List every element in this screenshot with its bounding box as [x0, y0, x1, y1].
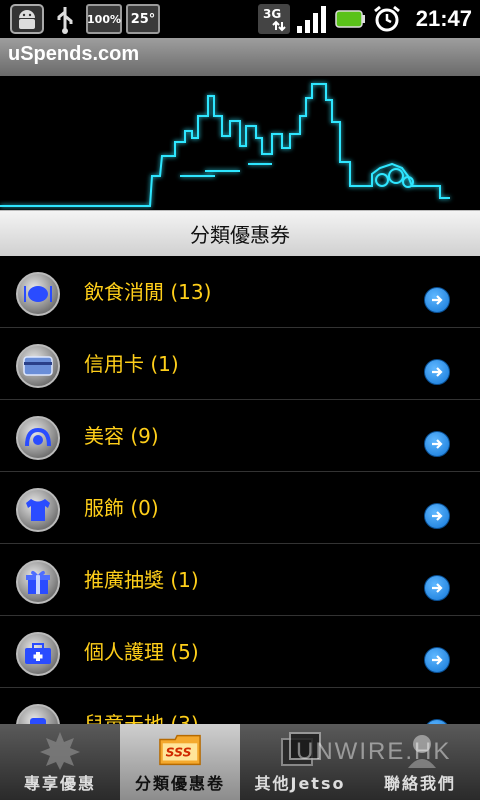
- app-title-bar: uSpends.com: [0, 38, 480, 76]
- skyline-banner: [0, 76, 480, 210]
- tab-exclusive[interactable]: 專享優惠: [0, 724, 120, 800]
- arrow-right-icon[interactable]: [424, 287, 450, 313]
- category-label: 兒童天地 (3): [84, 712, 199, 724]
- arrow-right-icon[interactable]: [424, 575, 450, 601]
- svg-text:3G: 3G: [263, 7, 281, 21]
- list-item-promotion[interactable]: 推廣抽獎 (1): [0, 544, 480, 616]
- section-header: 分類優惠券: [0, 210, 480, 256]
- status-bar: 100% 25° 3G 21:47: [0, 0, 480, 38]
- arrow-right-icon[interactable]: [424, 647, 450, 673]
- coupon-icon-text: SSS: [166, 745, 192, 760]
- app-title: uSpends.com: [8, 43, 140, 65]
- category-label: 美容 (9): [84, 424, 159, 448]
- category-label: 服飾 (0): [84, 496, 159, 520]
- section-title: 分類優惠券: [190, 223, 290, 247]
- arrow-right-icon[interactable]: [424, 359, 450, 385]
- coupon-icon: SSS: [158, 730, 202, 770]
- list-item-kids[interactable]: 兒童天地 (3): [0, 688, 480, 724]
- list-item-beauty[interactable]: 美容 (9): [0, 400, 480, 472]
- list-item-clothing[interactable]: 服飾 (0): [0, 472, 480, 544]
- credit-card-icon: [16, 344, 60, 388]
- exclusive-icon: [38, 730, 82, 770]
- category-label: 個人護理 (5): [84, 640, 199, 664]
- alarm-icon: [372, 4, 402, 34]
- category-label: 飲食消閒 (13): [84, 280, 212, 304]
- tab-coupons[interactable]: SSS 分類優惠卷: [120, 724, 240, 800]
- dining-icon: [16, 272, 60, 316]
- skyline-illustration: [0, 83, 450, 207]
- tab-label: 專享優惠: [23, 774, 96, 793]
- personal-care-icon: [16, 632, 60, 676]
- category-list[interactable]: 飲食消閒 (13) 信用卡 (1) 美容 (9) 服飾 (0) 推廣抽獎 (1): [0, 256, 480, 724]
- list-item-personal-care[interactable]: 個人護理 (5): [0, 616, 480, 688]
- kids-icon: [16, 704, 60, 724]
- beauty-icon: [16, 416, 60, 460]
- tab-label: 分類優惠卷: [134, 774, 225, 793]
- arrow-right-icon[interactable]: [424, 431, 450, 457]
- category-label: 推廣抽獎 (1): [84, 568, 199, 592]
- watermark: UNWIRE.HK: [296, 738, 452, 765]
- arrow-right-icon[interactable]: [424, 503, 450, 529]
- tab-label: 聯絡我們: [383, 774, 456, 793]
- android-icon: [10, 4, 44, 34]
- signal-icon: [296, 4, 328, 34]
- 3g-icon: 3G: [258, 4, 290, 34]
- clothing-icon: [16, 488, 60, 532]
- tab-label: 其他Jetso: [254, 774, 346, 793]
- gift-icon: [16, 560, 60, 604]
- usb-icon: [50, 4, 80, 34]
- battery-percent-icon: 100%: [86, 4, 122, 34]
- list-item-dining[interactable]: 飲食消閒 (13): [0, 256, 480, 328]
- battery-icon: [334, 4, 366, 34]
- category-label: 信用卡 (1): [84, 352, 179, 376]
- temperature-icon: 25°: [126, 4, 160, 34]
- list-item-credit-card[interactable]: 信用卡 (1): [0, 328, 480, 400]
- clock: 21:47: [415, 6, 472, 31]
